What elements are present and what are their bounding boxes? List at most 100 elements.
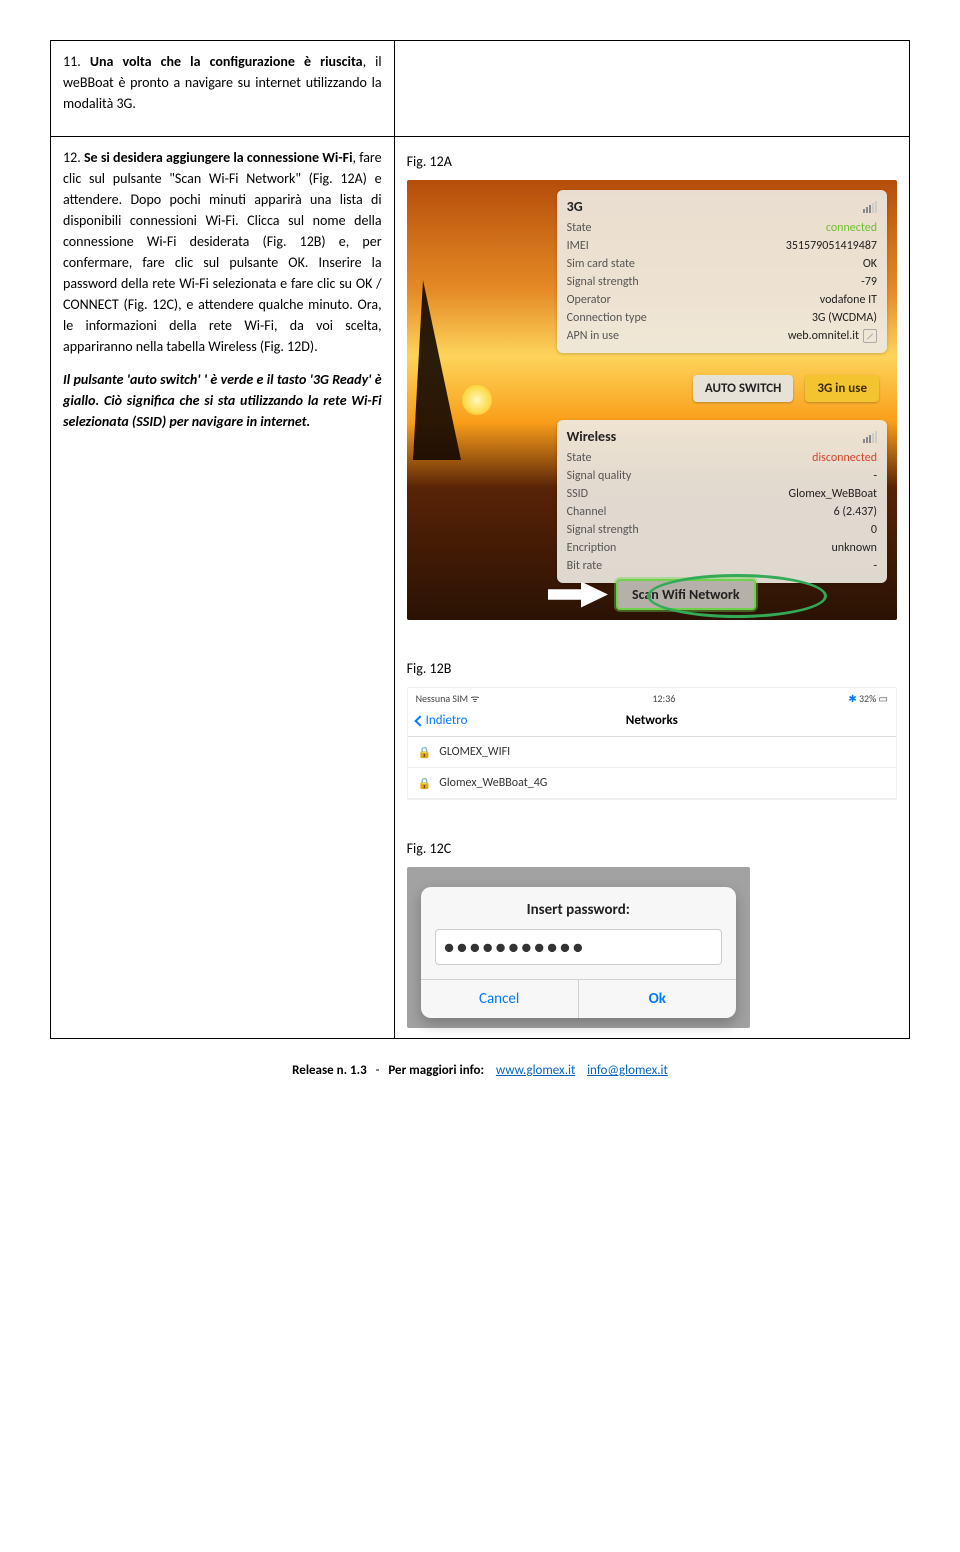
footer-email[interactable]: info@glomex.it xyxy=(587,1063,668,1078)
row-wl-state: State disconnected xyxy=(567,449,877,467)
ok-button[interactable]: Ok xyxy=(578,980,736,1018)
arrow-icon xyxy=(548,582,608,608)
table-row: 11. Una volta che la configurazione è ri… xyxy=(51,41,910,137)
lock-icon: 🔒 xyxy=(418,746,432,759)
panel-3g-title: 3G xyxy=(567,198,583,215)
scan-wifi-button[interactable]: Scan Wifi Network xyxy=(616,579,756,610)
row-state: State connected xyxy=(567,219,877,237)
footer-sep: - xyxy=(376,1063,380,1078)
row-wl-ss: Signal strength 0 xyxy=(567,521,877,539)
v-sig: -79 xyxy=(861,275,877,289)
footer-release: Release n. 1.3 xyxy=(292,1063,367,1078)
k-wl-ssid: SSID xyxy=(567,487,588,501)
cancel-button[interactable]: Cancel xyxy=(421,980,578,1018)
sun-graphic xyxy=(462,385,492,415)
status-carrier: Nessuna SIM xyxy=(416,692,468,705)
row-wl-br: Bit rate - xyxy=(567,557,877,575)
cell-row2-right: Fig. 12A 3G State connected IMEI 351579051… xyxy=(394,137,909,1039)
para-11-text: 11. Una volta che la configurazione è ri… xyxy=(63,53,382,112)
list-item[interactable]: 🔒Glomex_WeBBoat_4G xyxy=(408,768,896,799)
para-12-text: 12. Se si desidera aggiungere la conness… xyxy=(63,149,382,355)
row-ct: Connection type 3G (WCDMA) xyxy=(567,309,877,327)
k-state: State xyxy=(567,221,592,235)
v-wl-state: disconnected xyxy=(812,451,877,465)
nav-title: Networks xyxy=(408,713,896,728)
k-op: Operator xyxy=(567,293,611,307)
row-sig: Signal strength -79 xyxy=(567,273,877,291)
status-time: 12:36 xyxy=(652,692,675,705)
para-11: 11. Una volta che la configurazione è ri… xyxy=(63,51,382,114)
row-wl-sq: Signal quality - xyxy=(567,467,877,485)
network-list: 🔒 GLOMEX_WIFI 🔒Glomex_WeBBoat_4G xyxy=(408,736,896,799)
k-apn: APN in use xyxy=(567,329,619,343)
lock-icon: 🔒 xyxy=(418,777,432,790)
row-wl-ssid: SSID Glomex_WeBBoat xyxy=(567,485,877,503)
row-imei: IMEI 351579051419487 xyxy=(567,237,877,255)
main-table: 11. Una volta che la configurazione è ri… xyxy=(50,40,910,1039)
v-imei: 351579051419487 xyxy=(786,239,877,253)
status-battery: 32% xyxy=(859,692,876,705)
panel-3g: 3G State connected IMEI 351579051419487 Si… xyxy=(557,190,887,353)
back-button[interactable]: Indietro xyxy=(416,713,468,728)
k-wl-ss: Signal strength xyxy=(567,523,639,537)
v-state: connected xyxy=(826,221,877,235)
row-apn: APN in use web.omnitel.it xyxy=(567,327,877,345)
fig-12a-label: Fig. 12A xyxy=(407,153,897,170)
panel-wl-title: Wireless xyxy=(567,428,617,445)
k-sig: Signal strength xyxy=(567,275,639,289)
password-field[interactable]: ●●●●●●●●●●● xyxy=(435,929,722,965)
footer-url[interactable]: www.glomex.it xyxy=(496,1063,575,1078)
v-wl-ss: 0 xyxy=(871,523,877,537)
row-wl-enc: Encription unknown xyxy=(567,539,877,557)
sail-graphic xyxy=(413,280,461,460)
auto-switch-button[interactable]: AUTO SWITCH xyxy=(693,375,794,402)
scan-row: Scan Wifi Network xyxy=(407,579,897,610)
button-row: AUTO SWITCH 3G in use xyxy=(567,375,879,402)
v-op: vodafone IT xyxy=(820,293,877,307)
alert-title: Insert password: xyxy=(421,887,736,929)
list-item[interactable]: 🔒 GLOMEX_WIFI xyxy=(408,737,896,768)
cell-row1-left: 11. Una volta che la configurazione è ri… xyxy=(51,41,395,137)
k-wl-br: Bit rate xyxy=(567,559,602,573)
k-imei: IMEI xyxy=(567,239,589,253)
cell-row1-right xyxy=(394,41,909,137)
row-op: Operator vodafone IT xyxy=(567,291,877,309)
cell-row2-left: 12. Se si desidera aggiungere la conness… xyxy=(51,137,395,1039)
k-wl-sq: Signal quality xyxy=(567,469,632,483)
k-ct: Connection type xyxy=(567,311,647,325)
panel-3g-title-row: 3G xyxy=(567,198,877,215)
v-sim: OK xyxy=(863,257,877,271)
v-wl-ch: 6 (2.437) xyxy=(834,505,877,519)
v-wl-br: - xyxy=(873,559,877,573)
para-12-note-text: Il pulsante 'auto switch' ' è verde e il… xyxy=(63,371,382,430)
k-wl-enc: Encription xyxy=(567,541,617,555)
table-row: 12. Se si desidera aggiungere la conness… xyxy=(51,137,910,1039)
v-wl-enc: unknown xyxy=(831,541,877,555)
row-sim: Sim card state OK xyxy=(567,255,877,273)
fig-12c-label: Fig. 12C xyxy=(407,840,897,857)
signal-icon xyxy=(863,431,877,443)
row-wl-ch: Channel 6 (2.437) xyxy=(567,503,877,521)
status-left: Nessuna SIM ᯤ xyxy=(416,691,480,705)
para-12-note: Il pulsante 'auto switch' ' è verde e il… xyxy=(63,369,382,432)
k-sim: Sim card state xyxy=(567,257,635,271)
nav-bar: Indietro Networks xyxy=(408,708,896,736)
page: 11. Una volta che la configurazione è ri… xyxy=(0,0,960,1114)
k-wl-ch: Channel xyxy=(567,505,607,519)
edit-icon[interactable] xyxy=(863,329,877,343)
3g-in-use-button[interactable]: 3G in use xyxy=(805,375,879,402)
panel-wl-title-row: Wireless xyxy=(567,428,877,445)
v-ct: 3G (WCDMA) xyxy=(812,311,877,325)
chevron-left-icon xyxy=(414,715,425,726)
footer-moreinfo: Per maggiori info: xyxy=(388,1063,484,1078)
fig-12b-image: Nessuna SIM ᯤ 12:36 ✱ 32% ▭ Indietro Net… xyxy=(407,687,897,800)
v-apn: web.omnitel.it xyxy=(788,329,877,343)
v-wl-sq: - xyxy=(873,469,877,483)
status-right: ✱ 32% ▭ xyxy=(848,692,888,705)
fig-12a-image: 3G State connected IMEI 351579051419487 Si… xyxy=(407,180,897,620)
signal-icon xyxy=(863,201,877,213)
k-wl-state: State xyxy=(567,451,592,465)
v-wl-ssid: Glomex_WeBBoat xyxy=(789,487,877,501)
network-name: GLOMEX_WIFI xyxy=(439,745,510,759)
back-label: Indietro xyxy=(426,713,468,728)
